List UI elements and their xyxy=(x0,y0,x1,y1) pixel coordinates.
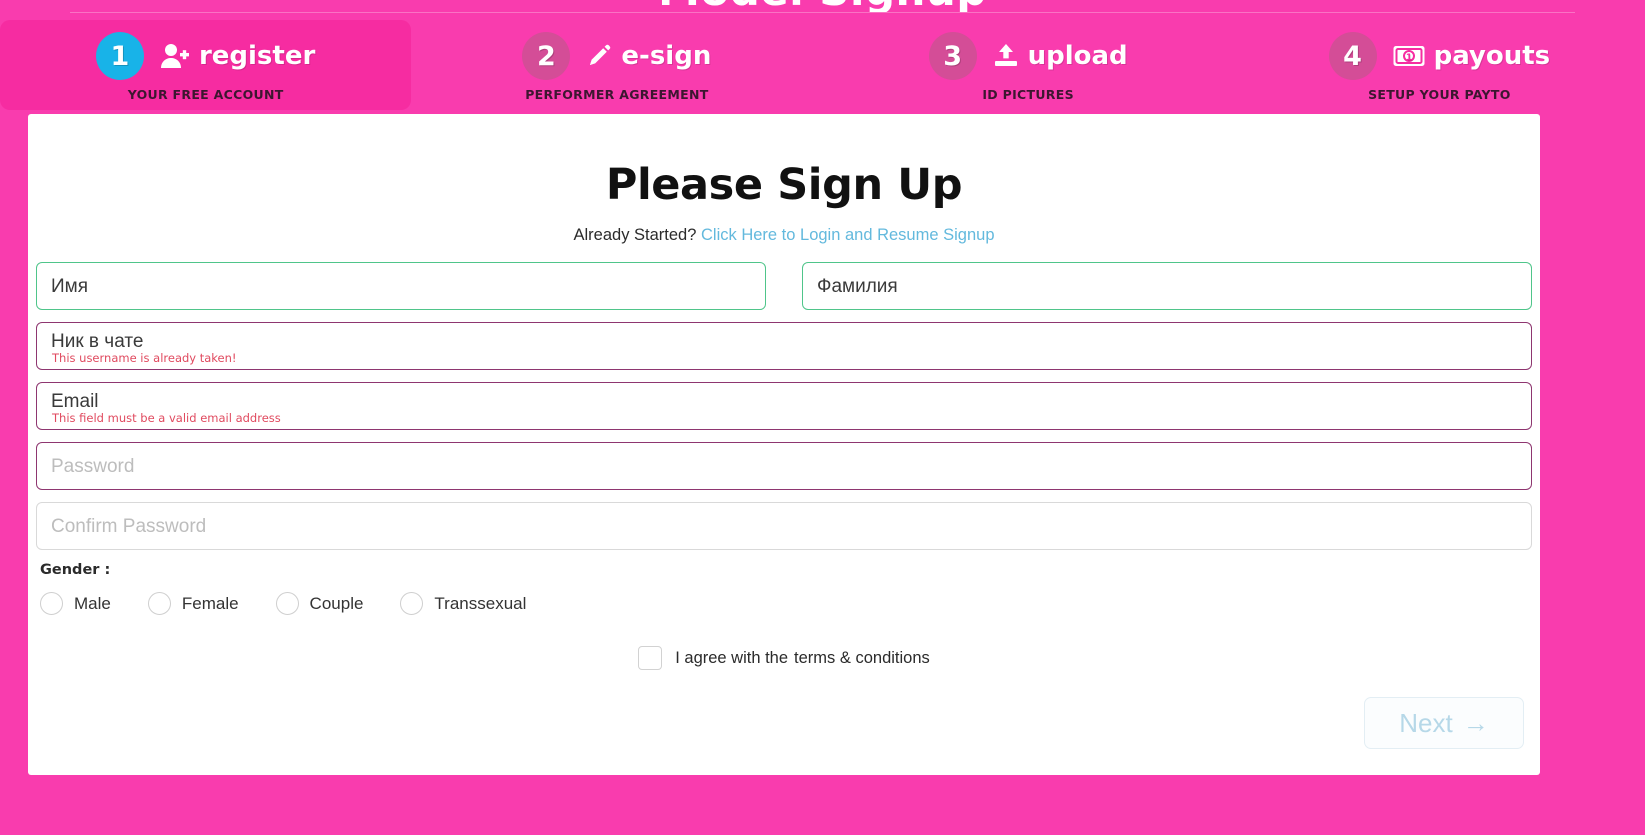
username-error: This username is already taken! xyxy=(52,351,237,365)
first-name-value: Имя xyxy=(51,275,89,297)
terms-text: I agree with the xyxy=(675,648,789,667)
next-button[interactable]: Next → xyxy=(1364,697,1524,749)
confirm-password-field[interactable]: Confirm Password xyxy=(36,502,1532,550)
gender-option-transsexual-label: Transsexual xyxy=(434,593,527,613)
radio-icon[interactable] xyxy=(147,592,171,615)
gender-option-male-label: Male xyxy=(74,593,111,613)
step-register[interactable]: 1 register YOUR FREE ACCOUNT xyxy=(0,20,412,110)
page-top-title-text: Model Signup xyxy=(658,0,987,12)
pencil-icon xyxy=(586,43,612,69)
signup-form: Имя Фамилия Ник в чате This username is … xyxy=(28,262,1540,749)
gender-label: Gender : xyxy=(40,562,111,578)
email-value: Email xyxy=(51,390,99,412)
terms-conditions-link[interactable]: terms & conditions xyxy=(794,649,930,668)
already-started-text: Already Started? xyxy=(573,226,697,244)
next-button-row: Next → xyxy=(36,697,1532,749)
gender-option-female[interactable]: Female xyxy=(147,592,239,615)
gender-option-female-label: Female xyxy=(181,593,239,613)
radio-icon[interactable] xyxy=(275,592,299,615)
page-title: Please Sign Up xyxy=(605,160,963,210)
step-esign-label-group: e-sign xyxy=(586,41,711,71)
upload-icon xyxy=(993,43,1019,69)
step-payouts-sub: SETUP YOUR PAYTO xyxy=(1368,87,1511,102)
page-top-title: Model Signup xyxy=(0,0,1645,12)
gender-option-male[interactable]: Male xyxy=(40,592,111,615)
step-payouts-number: 4 xyxy=(1328,32,1377,80)
terms-checkbox[interactable] xyxy=(638,646,663,670)
first-name-field[interactable]: Имя xyxy=(36,262,766,310)
step-payouts-label: payouts xyxy=(1433,41,1551,71)
step-register-label: register xyxy=(198,41,316,71)
signup-card: Please Sign Up Already Started? Click He… xyxy=(28,114,1540,775)
login-resume-link[interactable]: Click Here to Login and Resume Signup xyxy=(701,226,995,244)
banknote-icon: 1 xyxy=(1393,44,1425,68)
signup-steps: 1 register YOUR FREE ACCOUNT 2 e-sign PE… xyxy=(0,20,1645,110)
header-divider xyxy=(70,12,1575,13)
name-row: Имя Фамилия xyxy=(36,262,1532,322)
next-button-label: Next xyxy=(1399,707,1453,738)
gender-option-transsexual[interactable]: Transsexual xyxy=(400,592,526,615)
email-field[interactable]: Email This field must be a valid email a… xyxy=(36,382,1532,430)
step-esign-sub: PERFORMER AGREEMENT xyxy=(525,87,709,102)
step-upload-main: 3 upload xyxy=(928,32,1128,80)
step-upload-label: upload xyxy=(1027,41,1128,71)
step-upload-number: 3 xyxy=(928,32,977,80)
step-register-label-group: register xyxy=(160,41,315,71)
already-started-line: Already Started? Click Here to Login and… xyxy=(28,226,1540,245)
step-payouts-main: 4 1 payouts xyxy=(1328,32,1551,80)
step-register-main: 1 register xyxy=(95,32,315,80)
radio-icon[interactable] xyxy=(40,592,63,615)
step-upload[interactable]: 3 upload ID PICTURES xyxy=(823,20,1234,110)
step-esign-label: e-sign xyxy=(621,41,712,71)
step-register-number: 1 xyxy=(95,32,144,80)
step-esign-main: 2 e-sign xyxy=(522,32,711,80)
gender-option-couple-label: Couple xyxy=(309,593,364,613)
confirm-password-placeholder: Confirm Password xyxy=(51,515,207,537)
user-plus-icon xyxy=(160,42,190,70)
gender-radio-group: Male Female Couple Transsexual xyxy=(40,592,1532,615)
step-upload-label-group: upload xyxy=(993,41,1128,71)
email-error: This field must be a valid email address xyxy=(52,411,281,425)
step-register-sub: YOUR FREE ACCOUNT xyxy=(127,87,284,102)
svg-text:1: 1 xyxy=(1405,53,1411,63)
gender-option-couple[interactable]: Couple xyxy=(275,592,364,615)
step-esign-number: 2 xyxy=(522,32,571,80)
username-value: Ник в чате xyxy=(51,330,144,352)
step-payouts[interactable]: 4 1 payouts SETUP YOUR PAYTO xyxy=(1234,20,1645,110)
step-esign[interactable]: 2 e-sign PERFORMER AGREEMENT xyxy=(411,20,822,110)
step-upload-sub: ID PICTURES xyxy=(982,87,1074,102)
password-placeholder: Password xyxy=(51,455,135,477)
radio-icon[interactable] xyxy=(400,592,424,615)
last-name-field[interactable]: Фамилия xyxy=(802,262,1532,310)
password-field[interactable]: Password xyxy=(36,442,1532,490)
step-payouts-label-group: 1 payouts xyxy=(1393,41,1551,71)
arrow-right-icon: → xyxy=(1462,707,1489,738)
username-field[interactable]: Ник в чате This username is already take… xyxy=(36,322,1532,370)
terms-row: I agree with the terms & conditions xyxy=(36,646,1532,670)
last-name-value: Фамилия xyxy=(817,275,898,297)
